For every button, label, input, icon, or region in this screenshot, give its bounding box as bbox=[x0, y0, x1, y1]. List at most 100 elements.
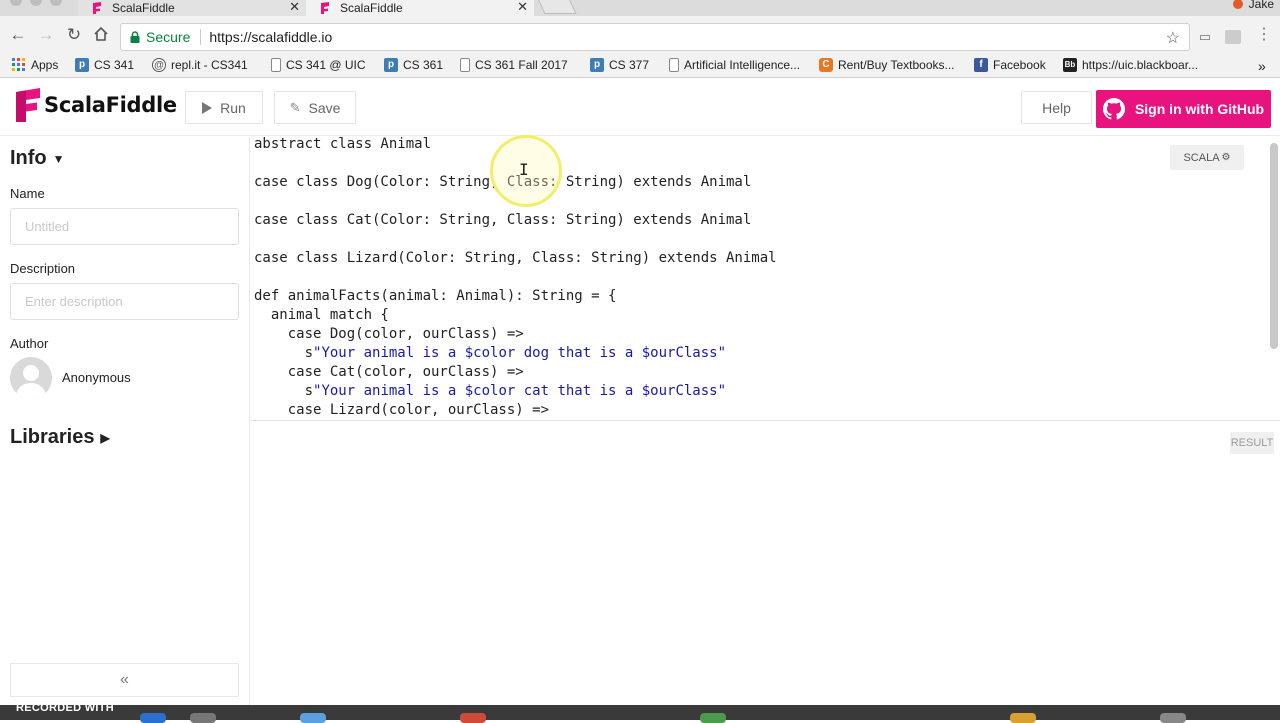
code-line[interactable]: def animalFacts(animal: Animal): String … bbox=[254, 287, 777, 306]
bookmark-apps[interactable]: Apps bbox=[12, 58, 58, 72]
result-label: RESULT bbox=[1230, 432, 1274, 454]
code-line[interactable]: case class Lizard(Color: String, Class: … bbox=[254, 249, 777, 268]
anonymous-user-icon bbox=[15, 365, 47, 399]
author-avatar bbox=[10, 357, 52, 399]
window-close-dot[interactable] bbox=[10, 0, 22, 6]
window-minimize-dot[interactable] bbox=[30, 0, 42, 6]
address-bar[interactable]: Secure https://scalafiddle.io ☆ bbox=[120, 23, 1190, 51]
description-field[interactable]: Enter description bbox=[10, 283, 239, 320]
reload-icon[interactable]: ↻ bbox=[65, 26, 83, 44]
scalafiddle-favicon-icon bbox=[321, 2, 329, 14]
bookmark-ai[interactable]: Artificial Intelligence... bbox=[669, 58, 800, 72]
name-label: Name bbox=[10, 186, 45, 201]
more-bookmarks-button[interactable]: » bbox=[1258, 58, 1266, 74]
chrome-menu-icon[interactable]: ⋮ bbox=[1256, 27, 1272, 43]
bookmark-chegg[interactable]: C Rent/Buy Textbooks... bbox=[819, 58, 955, 72]
bookmark-label: CS 361 Fall 2017 bbox=[475, 58, 568, 72]
code-line[interactable] bbox=[254, 230, 777, 249]
tab-close-icon[interactable]: ✕ bbox=[289, 0, 300, 14]
author-label: Author bbox=[10, 336, 49, 351]
dock-app-icon[interactable] bbox=[190, 713, 216, 723]
code-line[interactable] bbox=[254, 268, 777, 287]
code-line[interactable]: case Dog(color, ourClass) => bbox=[254, 325, 777, 344]
forward-arrow-icon[interactable]: → bbox=[37, 26, 55, 44]
bookmark-replit[interactable]: @ repl.it - CS341 bbox=[152, 58, 248, 72]
scalafiddle-logo-icon bbox=[16, 88, 40, 122]
tab-close-icon[interactable]: ✕ bbox=[517, 0, 528, 14]
libraries-toggle[interactable]: Libraries ▶ bbox=[10, 426, 110, 449]
info-toggle[interactable]: Info ▼ bbox=[10, 147, 65, 170]
code-line[interactable]: case Lizard(color, ourClass) => bbox=[254, 401, 777, 420]
scalafiddle-logo[interactable]: ScalaFiddle bbox=[14, 87, 177, 123]
profile-menu[interactable]: Jake bbox=[1232, 0, 1274, 11]
profile-name: Jake bbox=[1248, 0, 1274, 11]
code-line[interactable]: case Cat(color, ourClass) => bbox=[254, 363, 777, 382]
help-button[interactable]: Help bbox=[1021, 91, 1092, 124]
page-icon bbox=[271, 58, 281, 72]
facebook-icon: f bbox=[974, 58, 988, 72]
description-label: Description bbox=[10, 261, 76, 276]
browser-toolbar: ← → ↻ Secure https://scalafiddle.io ☆ ▭ … bbox=[0, 16, 1280, 54]
code-line[interactable]: animal match { bbox=[254, 306, 777, 325]
bookmarks-bar: Apps p CS 341 @ repl.it - CS341 CS 341 @… bbox=[0, 54, 1280, 78]
bookmark-label: Facebook bbox=[993, 58, 1046, 72]
browser-tab-1[interactable]: ScalaFiddle ✕ bbox=[78, 0, 306, 16]
logo-text: ScalaFiddle bbox=[44, 93, 177, 117]
dock-app-icon[interactable] bbox=[300, 713, 326, 723]
url-text[interactable]: https://scalafiddle.io bbox=[209, 29, 332, 45]
home-icon[interactable] bbox=[92, 26, 110, 44]
dock-app-icon[interactable] bbox=[1160, 713, 1186, 723]
cast-icon[interactable]: ▭ bbox=[1197, 30, 1213, 44]
bookmark-star-icon[interactable]: ☆ bbox=[1166, 28, 1180, 48]
dock-app-icon[interactable] bbox=[460, 713, 486, 723]
bookmark-cs361-fall[interactable]: CS 361 Fall 2017 bbox=[460, 58, 568, 72]
language-selector[interactable]: SCALA ⚙ bbox=[1170, 145, 1244, 170]
help-label: Help bbox=[1042, 99, 1071, 116]
bookmark-cs341[interactable]: p CS 341 bbox=[75, 58, 134, 72]
page-icon bbox=[460, 58, 470, 72]
code-editor[interactable]: abstract class Animal case class Dog(Col… bbox=[251, 137, 1280, 421]
gear-icon: ⚙ bbox=[1221, 152, 1231, 163]
save-label: Save bbox=[308, 99, 341, 116]
bookmark-label: repl.it - CS341 bbox=[171, 58, 248, 72]
libraries-title: Libraries bbox=[10, 426, 95, 448]
lock-icon bbox=[130, 31, 140, 43]
bookmark-blackboard[interactable]: Bb https://uic.blackboar... bbox=[1063, 58, 1198, 72]
extension-icon[interactable] bbox=[1225, 30, 1241, 44]
github-label: Sign in with GitHub bbox=[1134, 101, 1265, 117]
name-field[interactable]: Untitled bbox=[10, 208, 239, 245]
bookmark-label: Apps bbox=[31, 58, 59, 72]
info-title: Info bbox=[10, 147, 47, 169]
run-button[interactable]: Run bbox=[185, 91, 263, 124]
dock-app-icon[interactable] bbox=[1010, 713, 1036, 723]
back-arrow-icon[interactable]: ← bbox=[9, 26, 27, 44]
new-tab-button[interactable] bbox=[535, 0, 577, 14]
recording-watermark: RECORDED WITH bbox=[16, 702, 115, 714]
dock-app-icon[interactable] bbox=[140, 713, 166, 723]
tab-title: ScalaFiddle bbox=[340, 1, 403, 15]
replit-icon: @ bbox=[152, 58, 166, 72]
dock-app-icon[interactable] bbox=[700, 713, 726, 723]
browser-tab-2[interactable]: ScalaFiddle ✕ bbox=[306, 0, 534, 16]
profile-avatar-icon bbox=[1232, 0, 1243, 9]
collapse-sidebar-button[interactable]: « bbox=[10, 663, 239, 697]
save-button[interactable]: ✎ Save bbox=[274, 91, 356, 124]
bookmark-label: CS 341 bbox=[94, 58, 135, 72]
bookmark-facebook[interactable]: f Facebook bbox=[974, 58, 1046, 72]
bookmark-cs341-uic[interactable]: CS 341 @ UIC bbox=[271, 58, 366, 72]
code-line[interactable]: s"Your animal is a $color cat that is a … bbox=[254, 382, 777, 401]
piazza-icon: p bbox=[75, 58, 89, 72]
language-label: SCALA bbox=[1183, 151, 1220, 164]
bookmark-cs361[interactable]: p CS 361 bbox=[384, 58, 443, 72]
github-signin-button[interactable]: Sign in with GitHub bbox=[1096, 90, 1271, 128]
secure-label: Secure bbox=[146, 29, 191, 45]
code-line[interactable]: case class Cat(Color: String, Class: Str… bbox=[254, 211, 777, 230]
code-line[interactable]: s"Your animal is a $color dog that is a … bbox=[254, 344, 777, 363]
piazza-icon: p bbox=[384, 58, 398, 72]
window-zoom-dot[interactable] bbox=[50, 0, 62, 6]
editor-scrollbar[interactable] bbox=[1270, 143, 1278, 349]
piazza-icon: p bbox=[590, 58, 604, 72]
run-label: Run bbox=[220, 99, 246, 116]
scalafiddle-favicon-icon bbox=[93, 2, 101, 14]
bookmark-cs377[interactable]: p CS 377 bbox=[590, 58, 649, 72]
